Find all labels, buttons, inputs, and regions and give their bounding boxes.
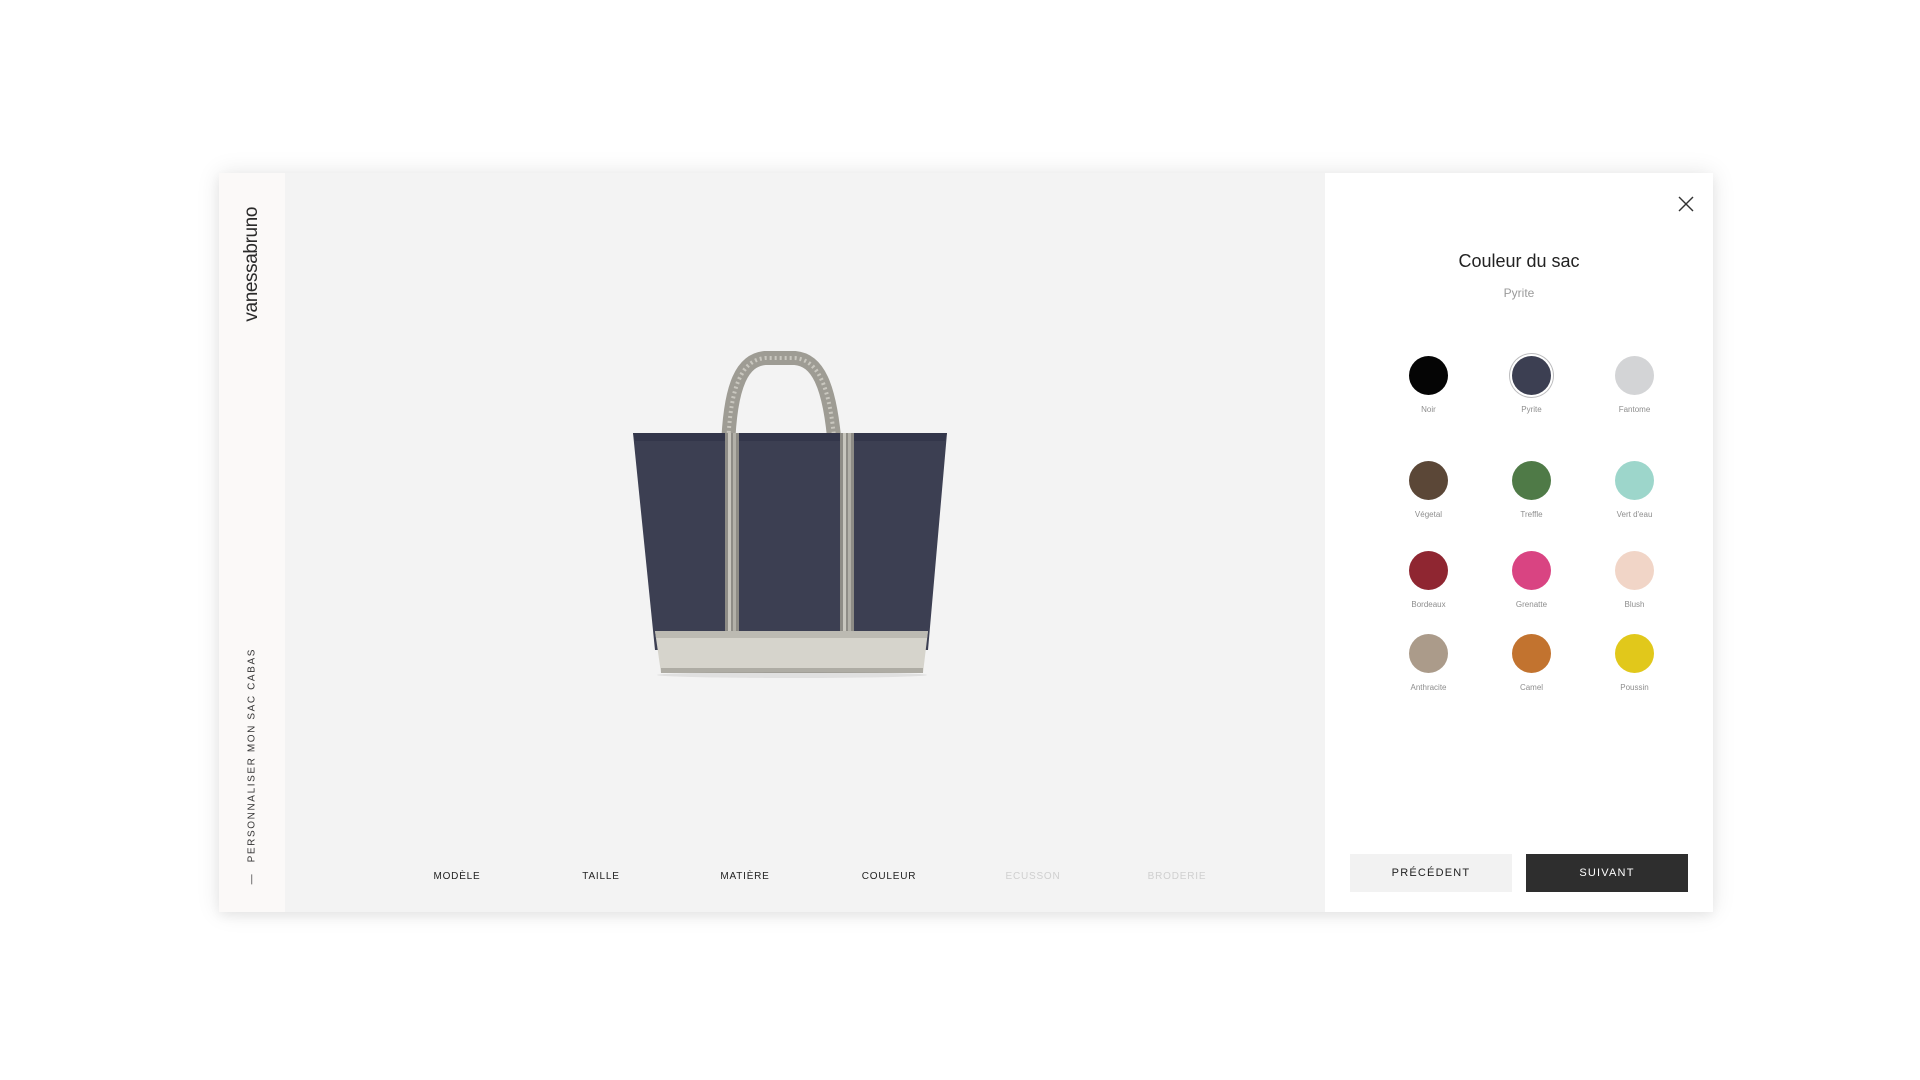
tote-bag-illustration [633,351,947,678]
selected-color-name: Pyrite [1503,286,1535,300]
color-swatch-dot[interactable] [1409,461,1448,500]
color-swatch-dot[interactable] [1512,634,1551,673]
step-couleur[interactable]: COULEUR [817,871,961,882]
color-swatch[interactable]: Camel [1480,634,1583,692]
side-title: PERSONNALISER MON SAC CABAS [246,647,258,862]
color-swatch-dot[interactable] [1615,356,1654,395]
color-swatch-dot[interactable] [1409,551,1448,590]
color-swatch-dot[interactable] [1512,551,1551,590]
color-swatch[interactable]: Pyrite [1480,356,1583,414]
panel-title: Couleur du sac [1458,251,1580,271]
step-modele[interactable]: MODÈLE [385,871,529,882]
color-swatches: Noir Pyrite Fantome Végetal Treffle Vert d'ea… [1377,356,1686,692]
step-ecusson: ECUSSON [1005,871,1061,882]
color-swatch-label: Blush [1624,600,1645,609]
panel-actions: PRÉCÉDENT SUIVANT [1350,854,1688,892]
color-swatch-dot[interactable] [1615,461,1654,500]
color-swatch-label: Camel [1519,683,1544,692]
next-button[interactable]: SUIVANT [1526,854,1688,892]
brand-logo[interactable]: vanessabruno [241,207,263,322]
color-swatch-label: Treffle [1520,510,1543,519]
step-matiere[interactable]: MATIÈRE [673,871,817,882]
step-broderie: BRODERIE [1147,871,1207,882]
color-swatch[interactable]: Blush [1583,551,1686,609]
bag-image [625,328,955,678]
bag-strap-left [725,433,739,645]
color-swatch-label: Vert d'eau [1616,510,1653,519]
side-dash: — [246,874,258,884]
side-title-block: — PERSONNALISER MON SAC CABAS [247,648,258,884]
side-strip: vanessabruno — PERSONNALISER MON SAC CAB… [219,173,285,912]
color-swatch[interactable]: Fantome [1583,356,1686,414]
color-swatch-dot[interactable] [1615,551,1654,590]
color-swatch[interactable]: Poussin [1583,634,1686,692]
color-swatch-label: Bordeaux [1411,600,1446,609]
color-swatch-dot[interactable] [1512,461,1551,500]
bag-body [633,433,947,650]
previous-button[interactable]: PRÉCÉDENT [1350,854,1512,892]
color-swatch-dot[interactable] [1409,634,1448,673]
step-taille[interactable]: TAILLE [529,871,673,882]
close-button[interactable] [1675,193,1697,215]
color-swatch-label: Poussin [1620,683,1649,692]
bag-preview: MODÈLE TAILLE MATIÈRE COULEUR ECUSSON BR… [285,173,1325,912]
color-swatch[interactable]: Vert d'eau [1583,461,1686,519]
color-swatch[interactable]: Anthracite [1377,634,1480,692]
color-panel: Couleur du sac Pyrite Noir Pyrite Fantome V… [1325,173,1713,912]
color-swatch[interactable]: Végetal [1377,461,1480,519]
color-swatch-label: Pyrite [1521,405,1542,414]
color-swatch-label: Végetal [1414,510,1443,519]
color-swatch-dot[interactable] [1512,356,1551,395]
color-swatch-label: Fantome [1618,405,1651,414]
steps-nav: MODÈLE TAILLE MATIÈRE COULEUR ECUSSON BR… [285,871,1325,882]
bag-strap-right [840,433,854,645]
customizer-modal: vanessabruno — PERSONNALISER MON SAC CAB… [219,173,1713,912]
color-swatch-dot[interactable] [1615,634,1654,673]
color-swatch[interactable]: Treffle [1480,461,1583,519]
color-swatch[interactable]: Bordeaux [1377,551,1480,609]
color-swatch[interactable]: Grenatte [1480,551,1583,609]
color-swatch[interactable]: Noir [1377,356,1480,414]
color-swatch-label: Noir [1421,405,1436,414]
color-swatch-label: Anthracite [1410,683,1447,692]
close-icon [1678,196,1694,212]
color-swatch-label: Grenatte [1515,600,1548,609]
color-swatch-dot[interactable] [1409,356,1448,395]
